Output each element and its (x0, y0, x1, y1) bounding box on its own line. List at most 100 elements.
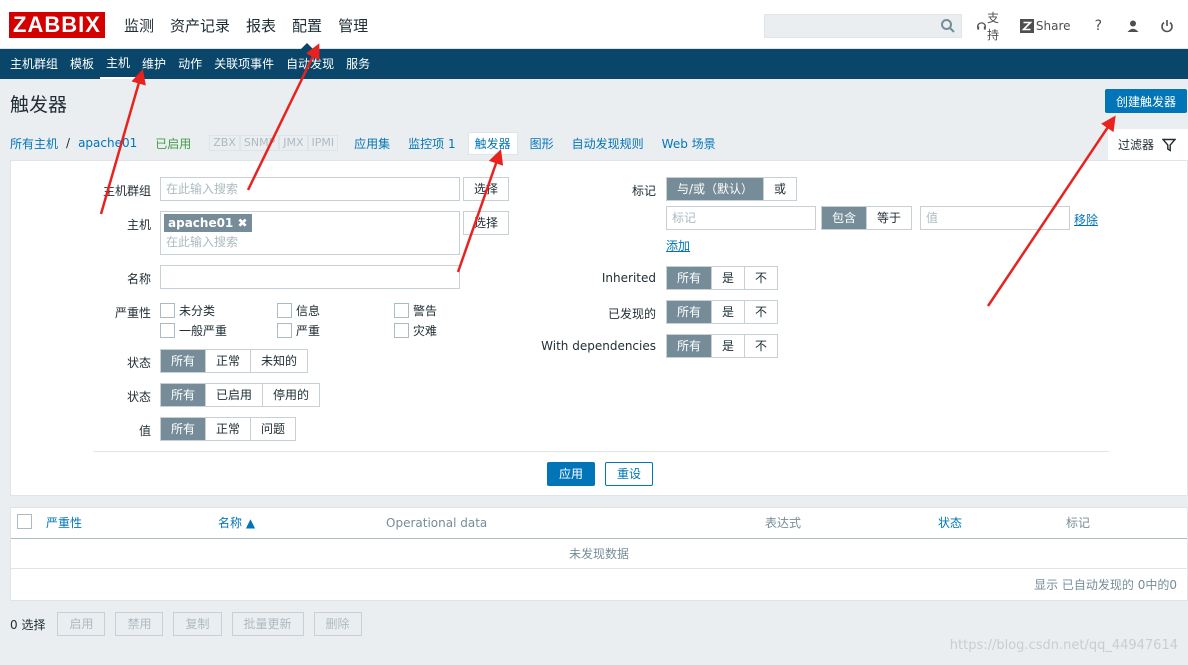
apply-button[interactable]: 应用 (547, 462, 596, 486)
help-icon[interactable]: ? (1095, 18, 1102, 34)
subnav-actions[interactable]: 动作 (172, 49, 208, 79)
web-scenarios-link[interactable]: Web 场景 (662, 135, 716, 152)
state-unknown[interactable]: 未知的 (250, 350, 308, 372)
inherited-toggle: 所有 是 不 (666, 266, 779, 290)
dependencies-all[interactable]: 所有 (667, 335, 712, 357)
applications-link[interactable]: 应用集 (354, 135, 390, 152)
host-chip: apache01 ✖ (164, 214, 252, 232)
discovery-rules-link[interactable]: 自动发现规则 (572, 135, 644, 152)
menu-monitoring[interactable]: 监测 (116, 0, 162, 49)
items-link[interactable]: 监控项 1 (408, 135, 455, 152)
checkbox[interactable] (277, 323, 292, 338)
host-groups-select-button[interactable]: 选择 (463, 177, 510, 201)
discovered-yes[interactable]: 是 (711, 301, 745, 323)
dependencies-yes[interactable]: 是 (711, 335, 745, 357)
subnav-maintenance[interactable]: 维护 (136, 49, 172, 79)
value-all[interactable]: 所有 (161, 418, 206, 440)
severity-disaster[interactable]: 灾难 (394, 322, 437, 339)
tag-operator-equals[interactable]: 等于 (866, 207, 912, 229)
name-input[interactable] (160, 265, 460, 289)
add-tag-link[interactable]: 添加 (666, 237, 690, 254)
subnav-services[interactable]: 服务 (340, 49, 376, 79)
checkbox[interactable] (394, 323, 409, 338)
create-trigger-button[interactable]: 创建触发器 (1105, 89, 1187, 113)
severity-label: 严重性 (114, 306, 151, 320)
enable-button[interactable]: 启用 (57, 612, 106, 636)
copy-button[interactable]: 复制 (173, 612, 222, 636)
subnav-hosts[interactable]: 主机 (100, 49, 137, 79)
mass-update-button[interactable]: 批量更新 (231, 612, 304, 636)
watermark: https://blog.csdn.net/qq_44947614 (949, 638, 1178, 653)
dependencies-no[interactable]: 不 (744, 335, 778, 357)
triggers-table: 严重性 名称 ▲ Operational data 表达式 状态 标记 未发现数… (10, 507, 1188, 601)
severity-high[interactable]: 严重 (277, 322, 320, 339)
mass-actions: 0 选择 启用 禁用 复制 批量更新 删除 (10, 612, 372, 636)
user-profile-button[interactable] (1126, 19, 1140, 33)
reset-button[interactable]: 重设 (605, 462, 654, 486)
state-all[interactable]: 所有 (161, 350, 206, 372)
triggers-link[interactable]: 触发器 (467, 131, 518, 155)
tag-value-input[interactable]: 值 (920, 206, 1070, 230)
status-enabled[interactable]: 已启用 (205, 384, 263, 406)
select-all-checkbox[interactable] (17, 514, 32, 529)
subnav-discovery[interactable]: 自动发现 (280, 49, 340, 79)
all-hosts-link[interactable]: 所有主机 (10, 135, 58, 152)
tag-mode-and-or[interactable]: 与/或（默认） (667, 178, 764, 200)
host-status[interactable]: 已启用 (155, 135, 191, 152)
host-search-placeholder[interactable]: 在此输入搜索 (164, 234, 456, 250)
remove-chip-icon[interactable]: ✖ (237, 216, 247, 230)
severity-average[interactable]: 一般严重 (160, 322, 227, 339)
share-link[interactable]: Share (1019, 19, 1071, 33)
menu-configuration[interactable]: 配置 (284, 0, 330, 50)
menu-reports[interactable]: 报表 (238, 0, 284, 49)
tag-mode-or[interactable]: 或 (763, 178, 797, 200)
host-link[interactable]: apache01 (78, 136, 137, 150)
checkbox-label: 一般严重 (179, 324, 228, 338)
header-tools: 支持 Share ? (976, 11, 1188, 42)
tag-name-input[interactable]: 标记 (666, 206, 816, 230)
sign-out-button[interactable] (1160, 19, 1174, 33)
support-link[interactable]: 支持 (976, 9, 1006, 43)
disable-button[interactable]: 禁用 (115, 612, 164, 636)
search-input[interactable] (764, 14, 962, 38)
iface-ipmi: IPMI (307, 135, 339, 151)
value-problem[interactable]: 问题 (250, 418, 296, 440)
checkbox[interactable] (160, 323, 175, 338)
subnav-host-groups[interactable]: 主机群组 (4, 49, 64, 79)
filter-tab[interactable]: 过滤器 (1108, 129, 1188, 160)
checkbox[interactable] (160, 303, 175, 318)
col-status[interactable]: 状态 (938, 508, 962, 538)
support-label: 支持 (987, 11, 1000, 42)
discovered-all[interactable]: 所有 (667, 301, 712, 323)
graphs-link[interactable]: 图形 (530, 135, 554, 152)
checkbox[interactable] (394, 303, 409, 318)
menu-administration[interactable]: 管理 (330, 0, 376, 49)
state-normal[interactable]: 正常 (205, 350, 251, 372)
host-select-button[interactable]: 选择 (463, 211, 510, 235)
inherited-no[interactable]: 不 (744, 267, 778, 289)
search-icon[interactable] (940, 18, 956, 34)
severity-information[interactable]: 信息 (277, 302, 320, 319)
inherited-label: Inherited (601, 271, 656, 285)
status-all[interactable]: 所有 (161, 384, 206, 406)
menu-inventory[interactable]: 资产记录 (162, 0, 238, 49)
col-name[interactable]: 名称 ▲ (218, 508, 255, 538)
zabbix-logo[interactable]: ZABBIX (9, 12, 105, 38)
tag-operator-contains[interactable]: 包含 (822, 207, 867, 229)
col-severity[interactable]: 严重性 (46, 508, 82, 538)
value-ok[interactable]: 正常 (205, 418, 251, 440)
inherited-yes[interactable]: 是 (711, 267, 745, 289)
selected-count: 0 选择 (10, 617, 46, 632)
inherited-all[interactable]: 所有 (667, 267, 712, 289)
severity-warning[interactable]: 警告 (394, 302, 437, 319)
host-multiselect[interactable]: apache01 ✖ 在此输入搜索 (160, 211, 460, 255)
discovered-no[interactable]: 不 (744, 301, 778, 323)
subnav-event-correlation[interactable]: 关联项事件 (208, 49, 280, 79)
delete-button[interactable]: 删除 (313, 612, 362, 636)
subnav-templates[interactable]: 模板 (64, 49, 100, 79)
remove-tag-link[interactable]: 移除 (1074, 211, 1098, 228)
host-groups-input[interactable]: 在此输入搜索 (160, 177, 460, 201)
status-disabled[interactable]: 停用的 (262, 384, 320, 406)
checkbox[interactable] (277, 303, 292, 318)
severity-not-classified[interactable]: 未分类 (160, 302, 215, 319)
